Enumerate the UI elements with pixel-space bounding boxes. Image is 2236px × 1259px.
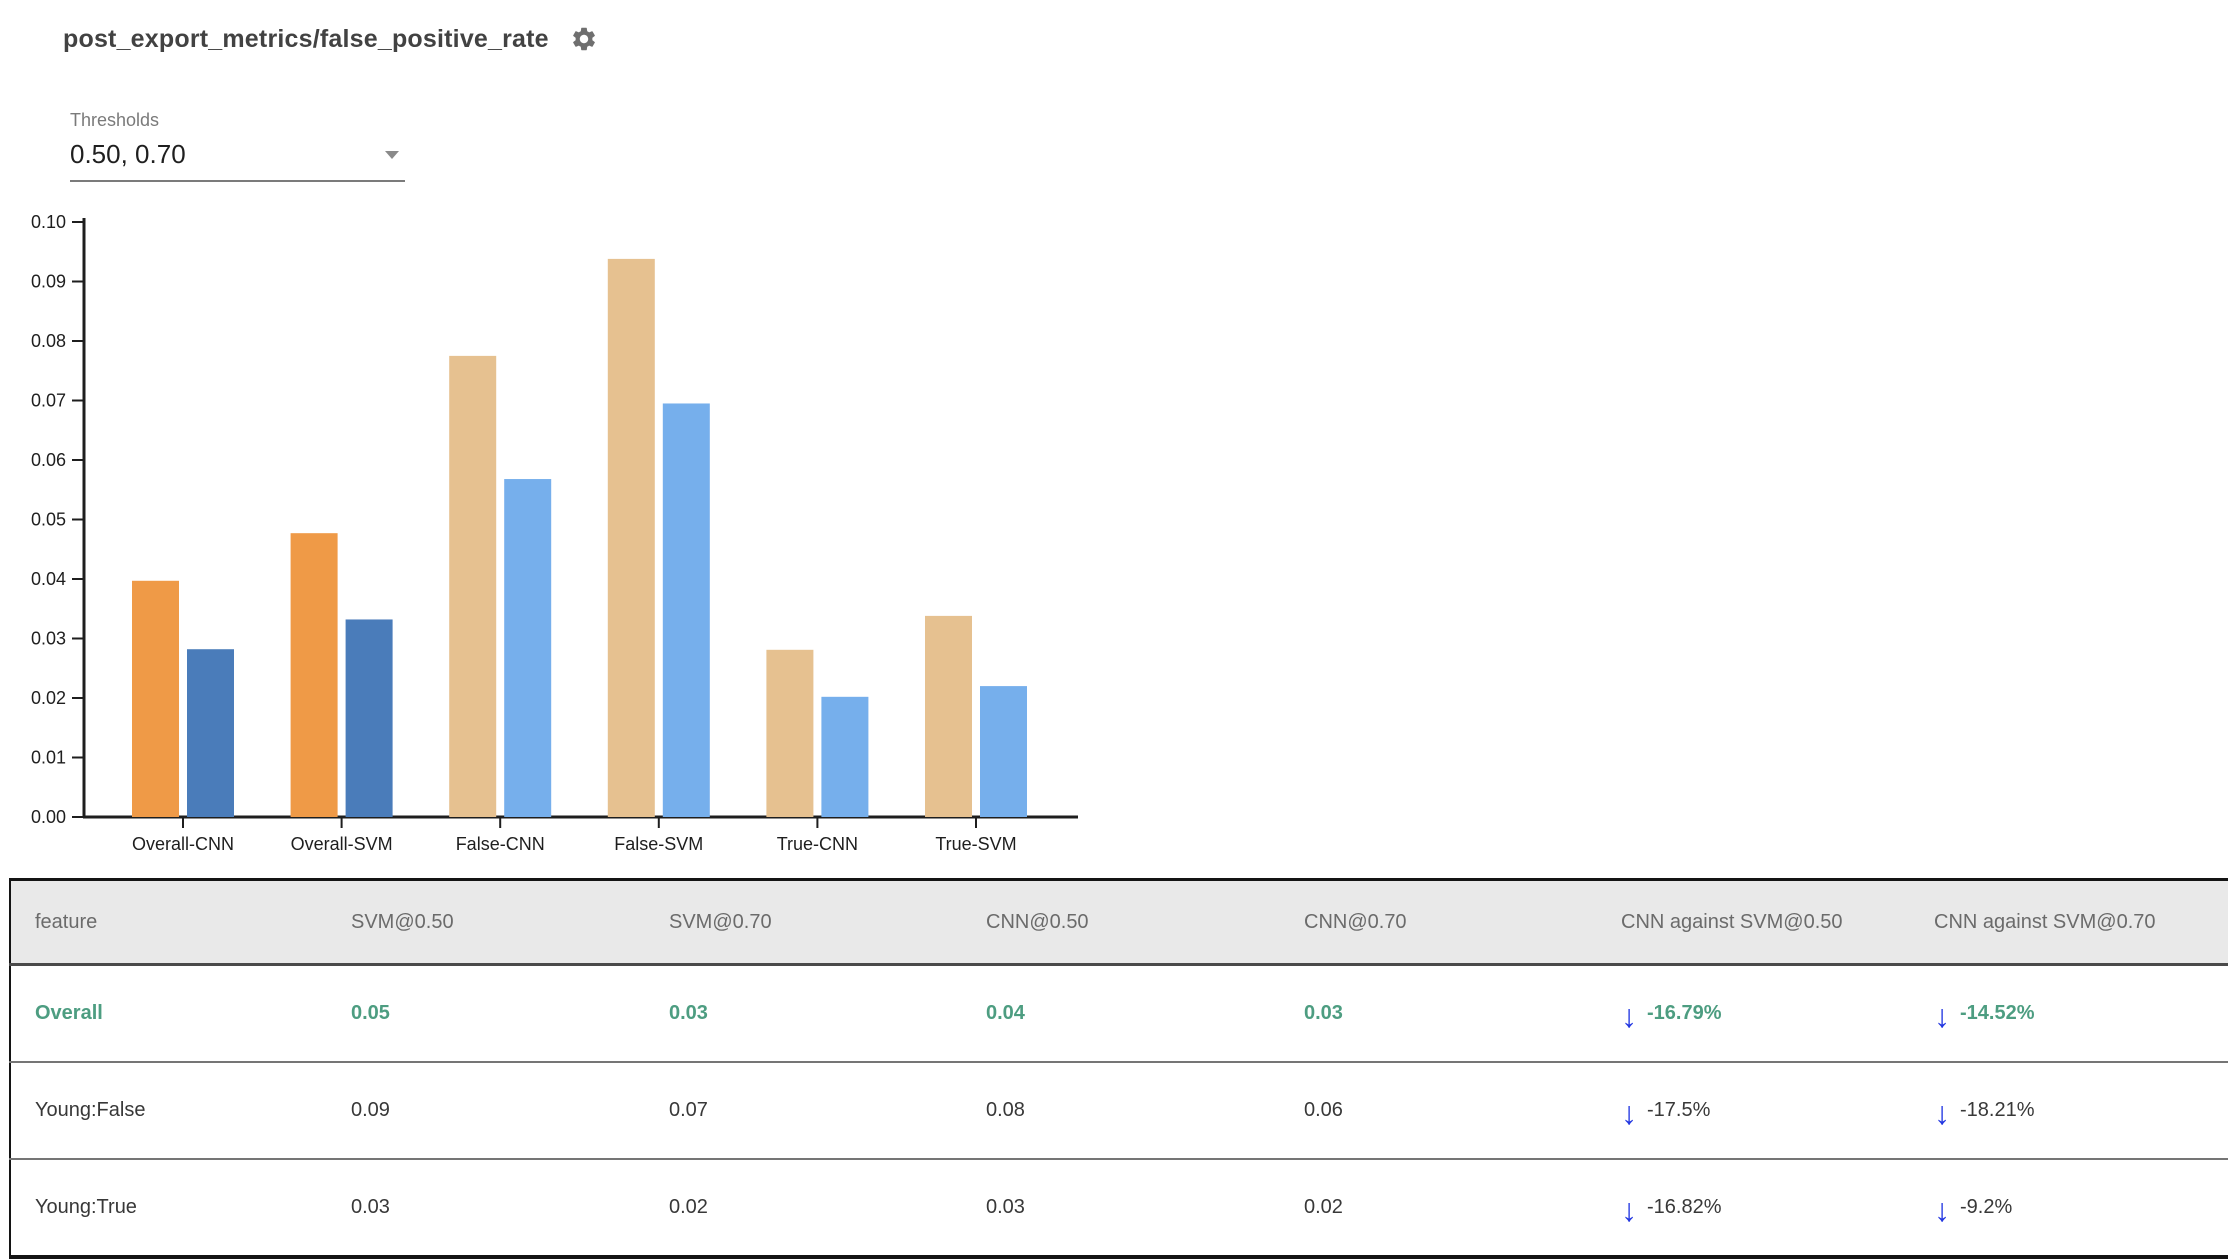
metrics-table: feature SVM@0.50 SVM@0.70 CNN@0.50 CNN@0.70 C… [9, 878, 2228, 1259]
page-title: post_export_metrics/false_positive_rate [63, 24, 549, 53]
x-tick-label: False-CNN [456, 834, 545, 854]
comparison-value: -9.2% [1960, 1196, 2013, 1218]
down-arrow-icon: ↓ [1934, 1191, 1950, 1228]
column-header-cnn-0-50: CNN@0.50 [986, 879, 1304, 966]
y-tick-label: 0.05 [31, 510, 66, 530]
bar-Overall-SVM-threshold-0.50[interactable] [290, 533, 338, 817]
down-arrow-icon: ↓ [1621, 997, 1637, 1034]
bar-False-CNN-threshold-0.50[interactable] [449, 355, 497, 817]
thresholds-value: 0.50, 0.70 [70, 139, 186, 169]
y-tick-label: 0.03 [31, 629, 66, 649]
cell-metric-value: 0.05 [351, 964, 669, 1062]
x-tick-label: True-CNN [777, 834, 858, 854]
cell-comparison: ↓ -14.52% [1934, 964, 2228, 1062]
bar-True-CNN-threshold-0.50[interactable] [766, 649, 814, 817]
cell-comparison: ↓ -9.2% [1934, 1158, 2228, 1257]
y-tick-label: 0.08 [31, 331, 66, 351]
cell-metric-value: 0.09 [351, 1061, 669, 1159]
down-arrow-icon: ↓ [1934, 997, 1950, 1034]
thresholds-select[interactable]: Thresholds 0.50, 0.70 [70, 110, 405, 182]
metric-card-header: post_export_metrics/false_positive_rate [63, 24, 599, 54]
cell-metric-value: 0.03 [351, 1158, 669, 1257]
x-tick-label: Overall-SVM [291, 834, 393, 854]
comparison-value: -16.79% [1647, 1002, 1722, 1024]
column-header-cnn-against-svm-0-50: CNN against SVM@0.50 [1621, 879, 1934, 966]
y-tick-label: 0.10 [31, 212, 66, 232]
comparison-value: -16.82% [1647, 1196, 1722, 1218]
bar-Overall-SVM-threshold-0.70[interactable] [345, 619, 393, 817]
thresholds-label: Thresholds [70, 110, 160, 130]
x-tick-label: True-SVM [935, 834, 1016, 854]
comparison-value: -17.5% [1647, 1099, 1711, 1121]
bar-False-SVM-threshold-0.50[interactable] [607, 258, 655, 817]
y-tick-label: 0.02 [31, 688, 66, 708]
column-header-svm-0-50: SVM@0.50 [351, 879, 669, 966]
cell-metric-value: 0.02 [669, 1158, 986, 1257]
cell-metric-value: 0.02 [1304, 1158, 1621, 1257]
down-arrow-icon: ↓ [1621, 1191, 1637, 1228]
bar-True-SVM-threshold-0.50[interactable] [925, 615, 972, 817]
x-tick-label: Overall-CNN [132, 834, 234, 854]
y-tick-label: 0.06 [31, 450, 66, 470]
y-tick-label: 0.01 [31, 748, 66, 768]
y-tick-label: 0.04 [31, 569, 66, 589]
cell-metric-value: 0.08 [986, 1061, 1304, 1159]
x-tick-label: False-SVM [614, 834, 703, 854]
column-header-feature: feature [10, 879, 351, 966]
cell-comparison: ↓ -18.21% [1934, 1061, 2228, 1159]
down-arrow-icon: ↓ [1621, 1094, 1637, 1131]
comparison-value: -18.21% [1960, 1099, 2035, 1121]
table-row-young-false[interactable]: Young:False 0.09 0.07 0.08 0.06 ↓ -17.5% ↓ -18.2… [10, 1061, 2228, 1159]
bar-False-SVM-threshold-0.70[interactable] [662, 403, 710, 817]
bar-True-CNN-threshold-0.70[interactable] [821, 696, 869, 817]
settings-gear-icon[interactable] [569, 24, 599, 54]
false-positive-rate-bar-chart: 0.00 0.01 0.02 0.03 0.04 0.05 0.06 0.07 0.08 0.09… [31, 212, 1078, 854]
cell-feature: Overall [10, 964, 351, 1062]
table-row-young-true[interactable]: Young:True 0.03 0.02 0.03 0.02 ↓ -16.82% ↓ -9.2% [10, 1158, 2228, 1257]
cell-comparison: ↓ -16.79% [1621, 964, 1934, 1062]
chevron-down-icon [385, 150, 399, 159]
column-header-svm-0-70: SVM@0.70 [669, 879, 986, 966]
cell-feature: Young:False [10, 1061, 351, 1159]
cell-metric-value: 0.04 [986, 964, 1304, 1062]
cell-metric-value: 0.03 [986, 1158, 1304, 1257]
column-header-cnn-0-70: CNN@0.70 [1304, 879, 1621, 966]
y-tick-label: 0.07 [31, 391, 66, 411]
comparison-value: -14.52% [1960, 1002, 2035, 1024]
cell-metric-value: 0.07 [669, 1061, 986, 1159]
bar-False-CNN-threshold-0.70[interactable] [504, 479, 552, 817]
cell-comparison: ↓ -17.5% [1621, 1061, 1934, 1159]
y-tick-label: 0.09 [31, 272, 66, 292]
cell-feature: Young:True [10, 1158, 351, 1257]
column-header-cnn-against-svm-0-70: CNN against SVM@0.70 [1934, 879, 2228, 966]
bar-Overall-CNN-threshold-0.50[interactable] [132, 580, 179, 817]
cell-comparison: ↓ -16.82% [1621, 1158, 1934, 1257]
table-row-overall[interactable]: Overall 0.05 0.03 0.04 0.03 ↓ -16.79% ↓ -14.52% [10, 964, 2228, 1062]
table-header-row: feature SVM@0.50 SVM@0.70 CNN@0.50 CNN@0.70 C… [10, 879, 2228, 966]
down-arrow-icon: ↓ [1934, 1094, 1950, 1131]
cell-metric-value: 0.03 [1304, 964, 1621, 1062]
cell-metric-value: 0.06 [1304, 1061, 1621, 1159]
bar-True-SVM-threshold-0.70[interactable] [980, 686, 1027, 817]
y-tick-label: 0.00 [31, 807, 66, 827]
cell-metric-value: 0.03 [669, 964, 986, 1062]
bar-Overall-CNN-threshold-0.70[interactable] [187, 649, 234, 817]
gear-icon [572, 27, 595, 51]
